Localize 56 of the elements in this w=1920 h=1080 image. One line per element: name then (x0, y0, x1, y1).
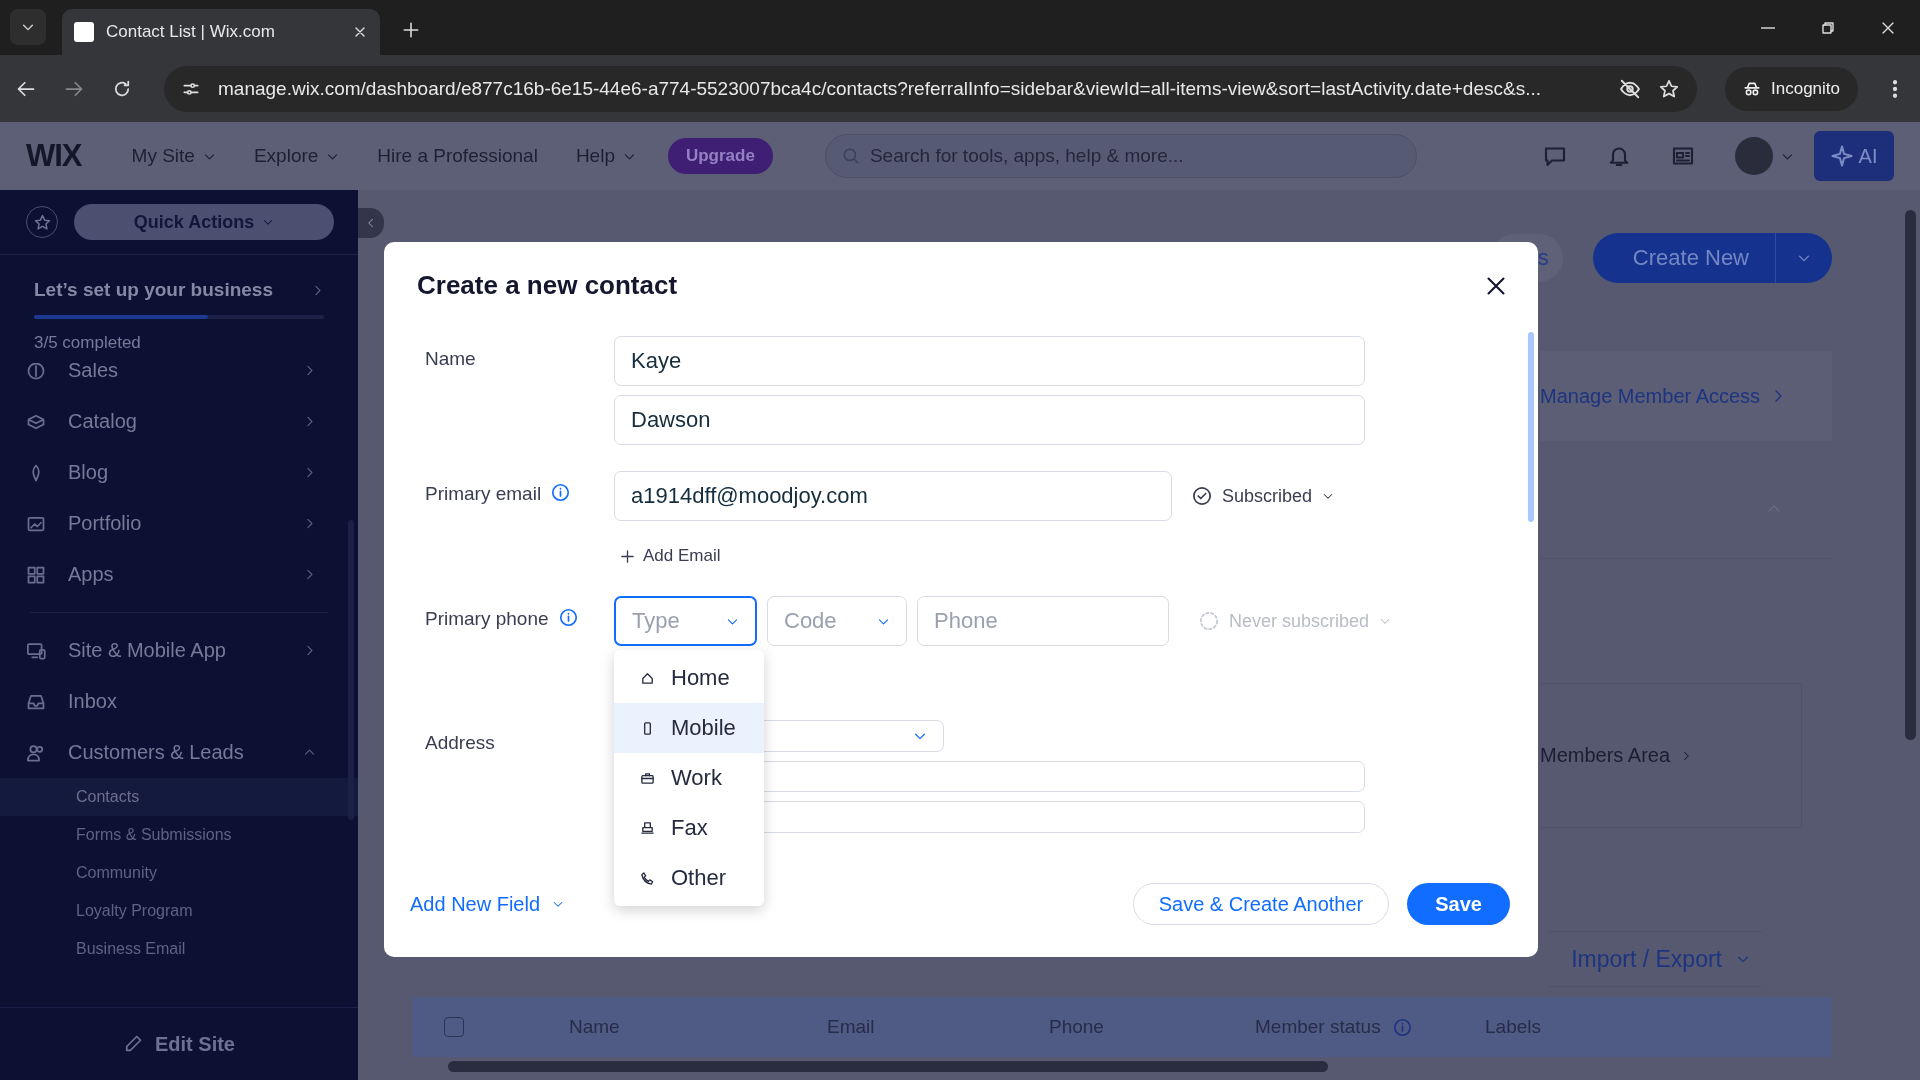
members-area-link[interactable]: Members Area (1540, 744, 1693, 767)
quick-actions-button[interactable]: Quick Actions (74, 204, 334, 240)
save-and-create-another-button[interactable]: Save & Create Another (1132, 883, 1390, 925)
field-label: Primary phone (425, 608, 549, 630)
menu-option[interactable]: Fax (614, 803, 764, 853)
menu-option[interactable]: Other (614, 853, 764, 903)
sidebar-item[interactable]: Apps (0, 549, 358, 600)
browser-tab[interactable]: Contact List | Wix.com (62, 9, 380, 55)
column-header[interactable]: Email (827, 1016, 875, 1038)
column-header[interactable]: Name (569, 1016, 620, 1038)
phone-field[interactable]: Phone (917, 596, 1169, 646)
sidebar-subitem[interactable]: Community (0, 854, 358, 892)
upgrade-button[interactable]: Upgrade (667, 138, 773, 174)
nav-menu-item[interactable]: My Site (131, 145, 216, 167)
nav-menu-item[interactable]: Hire a Professional (377, 145, 538, 167)
nav-menu-item[interactable]: Explore (253, 145, 340, 167)
email-field[interactable]: a1914dff@moodjoy.com (614, 471, 1172, 521)
type-select[interactable]: Type (614, 596, 757, 646)
column-header[interactable]: Labels (1485, 1016, 1541, 1038)
sidebar-subitem[interactable]: Contacts (0, 778, 358, 816)
ai-button[interactable]: AI (1814, 131, 1894, 181)
first-name-field[interactable]: Kaye (614, 336, 1365, 386)
progress-text: 3/5 completed (34, 333, 142, 353)
column-header[interactable]: Phone (1049, 1016, 1104, 1038)
save-button[interactable]: Save (1407, 883, 1510, 925)
dialog-title: Create a new contact (417, 270, 678, 301)
menu-option[interactable]: Work (614, 753, 764, 803)
sidebar-subitem[interactable]: Loyalty Program (0, 892, 358, 930)
menu-option[interactable]: Home (614, 653, 764, 703)
field-label: Address (425, 732, 495, 754)
create-new-button[interactable]: Create New (1592, 233, 1776, 283)
sidebar-item[interactable]: Blog (0, 447, 358, 498)
nav-menu-item[interactable]: Help (575, 145, 636, 167)
wix-logo[interactable]: WIX (26, 138, 82, 174)
subscription-status[interactable]: Subscribed (1172, 485, 1335, 507)
code-select[interactable]: Code (767, 596, 907, 646)
sidebar-subitem[interactable]: Business Email (0, 930, 358, 968)
sidebar-item[interactable]: Inbox (0, 676, 358, 727)
sidebar-item[interactable]: Sales (0, 363, 358, 396)
column-header[interactable]: Member status (1255, 1016, 1381, 1038)
sidebar-item[interactable]: Catalog (0, 396, 358, 447)
sidebar-item[interactable]: Site & Mobile App (0, 625, 358, 676)
sidebar-item[interactable]: Portfolio (0, 498, 358, 549)
create-new-split-button[interactable]: Create New (1592, 233, 1832, 283)
address-bar[interactable]: manage.wix.com/dashboard/e877c16b-6e15-44e6-a774-5523007bca4c/contacts?referralInfo=sidebar&viewId=all-items-view&sort=lastActivity.date+desc&s... (164, 65, 1697, 112)
add-email-button[interactable]: Add Email (614, 546, 1335, 566)
setup-title[interactable]: Let’s set up your business (34, 279, 273, 301)
sidebar-subitem[interactable]: Forms & Submissions (0, 816, 358, 854)
field-label: Name (425, 348, 476, 370)
incognito-indicator[interactable]: Incognito (1725, 66, 1858, 111)
sidebar-item[interactable]: Customers & Leads (0, 727, 358, 778)
menu-option[interactable]: Mobile (614, 703, 764, 753)
last-name-field[interactable]: Dawson (614, 395, 1365, 445)
field-label: Primary email (425, 483, 542, 505)
add-new-field-button[interactable]: Add New Field (410, 892, 565, 916)
subscription-status[interactable]: Never subscribed (1179, 610, 1392, 632)
